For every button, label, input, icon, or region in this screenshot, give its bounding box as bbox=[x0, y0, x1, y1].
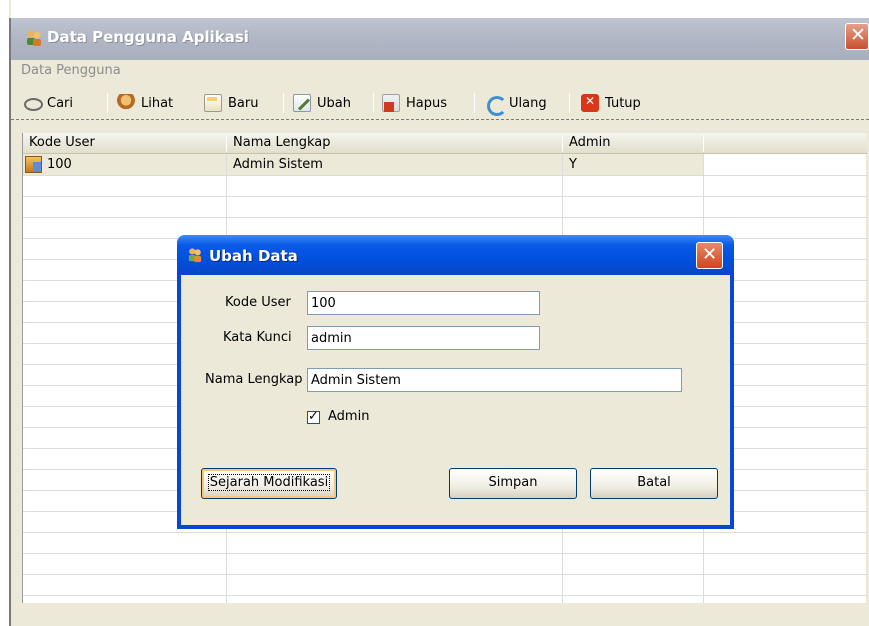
close-icon bbox=[581, 94, 599, 112]
dialog-close-button[interactable]: ✕ bbox=[696, 242, 723, 269]
close-icon: ✕ bbox=[850, 24, 866, 46]
refresh-icon bbox=[485, 94, 507, 116]
toolbar-separator bbox=[569, 93, 570, 113]
column-divider[interactable] bbox=[226, 135, 227, 152]
cell-admin[interactable]: Y bbox=[569, 157, 577, 172]
admin-checkbox[interactable]: ✓ bbox=[307, 409, 320, 424]
dialog-title-bar[interactable]: Ubah Data ✕ bbox=[177, 235, 734, 275]
toolbar-separator bbox=[474, 93, 475, 113]
grid-footer bbox=[22, 603, 866, 626]
toolbar-ulang-label: Ulang bbox=[509, 95, 547, 111]
column-divider[interactable] bbox=[562, 135, 563, 152]
nama-lengkap-label: Nama Lengkap bbox=[205, 372, 303, 387]
toolbar-lihat-button[interactable]: Lihat bbox=[117, 92, 173, 114]
toolbar-tutup-button[interactable]: Tutup bbox=[581, 92, 641, 114]
toolbar-cari-button[interactable]: Cari bbox=[23, 92, 73, 114]
history-button-label: Sejarah Modifikasi bbox=[207, 474, 331, 491]
grid-row-line bbox=[23, 574, 867, 575]
edit-icon bbox=[293, 94, 311, 112]
toolbar: Cari Lihat Baru Ubah Hapus Ulang Tutu bbox=[11, 84, 869, 120]
toolbar-hapus-button[interactable]: Hapus bbox=[382, 92, 447, 114]
users-icon bbox=[188, 248, 202, 263]
title-bar[interactable]: Data Pengguna Aplikasi bbox=[11, 18, 869, 60]
grid-header: Kode User Nama Lengkap Admin bbox=[23, 133, 867, 154]
toolbar-ulang-button[interactable]: Ulang bbox=[485, 92, 547, 116]
main-window: Data Pengguna Aplikasi ✕ Data Pengguna C… bbox=[0, 0, 869, 626]
desktop-left-strip bbox=[0, 0, 9, 626]
cancel-button[interactable]: Batal bbox=[590, 468, 718, 499]
toolbar-separator bbox=[373, 93, 374, 113]
cell-kode-user[interactable]: 100 bbox=[47, 157, 72, 172]
column-divider[interactable] bbox=[703, 135, 704, 152]
user-view-icon bbox=[117, 94, 135, 112]
table-row[interactable] bbox=[23, 154, 704, 175]
edit-dialog: Ubah Data ✕ Kode User 100 Kata Kunci adm… bbox=[177, 235, 734, 529]
checkmark-icon: ✓ bbox=[308, 409, 319, 424]
toolbar-lihat-label: Lihat bbox=[141, 95, 174, 111]
toolbar-hapus-label: Hapus bbox=[406, 95, 448, 111]
save-button-label: Simpan bbox=[488, 475, 538, 490]
toolbar-tutup-label: Tutup bbox=[605, 95, 641, 111]
grid-row-line bbox=[23, 196, 867, 197]
desktop-strip bbox=[11, 0, 869, 18]
new-document-icon bbox=[204, 94, 222, 112]
dialog-body: Kode User 100 Kata Kunci admin Nama Leng… bbox=[181, 275, 730, 525]
toolbar-cari-label: Cari bbox=[47, 95, 73, 111]
menu-label: Data Pengguna bbox=[21, 63, 121, 78]
menu-bar: Data Pengguna bbox=[11, 60, 869, 84]
column-header-admin[interactable]: Admin bbox=[569, 135, 610, 150]
grid-row-line bbox=[23, 553, 867, 554]
window-close-button[interactable]: ✕ bbox=[845, 23, 869, 50]
history-button[interactable]: Sejarah Modifikasi bbox=[201, 468, 337, 499]
dialog-title: Ubah Data bbox=[209, 247, 298, 265]
toolbar-separator bbox=[283, 93, 284, 113]
toolbar-baru-button[interactable]: Baru bbox=[204, 92, 258, 114]
toolbar-baru-label: Baru bbox=[228, 95, 259, 111]
window-title: Data Pengguna Aplikasi bbox=[47, 28, 249, 46]
kata-kunci-label: Kata Kunci bbox=[223, 330, 292, 345]
column-header-nama-lengkap[interactable]: Nama Lengkap bbox=[233, 135, 330, 150]
close-icon: ✕ bbox=[702, 244, 718, 265]
admin-checkbox-label[interactable]: Admin bbox=[328, 409, 369, 424]
kata-kunci-field[interactable]: admin bbox=[307, 326, 540, 350]
grid-row-line bbox=[23, 175, 867, 176]
toolbar-separator bbox=[107, 93, 108, 113]
kode-user-field[interactable]: 100 bbox=[307, 291, 540, 315]
toolbar-ubah-label: Ubah bbox=[317, 95, 351, 111]
delete-icon bbox=[382, 94, 400, 112]
grid-row-line bbox=[23, 217, 867, 218]
users-icon bbox=[27, 30, 41, 46]
kode-user-label: Kode User bbox=[225, 295, 291, 310]
save-button[interactable]: Simpan bbox=[449, 468, 577, 499]
column-header-kode-user[interactable]: Kode User bbox=[29, 135, 95, 150]
toolbar-ubah-button[interactable]: Ubah bbox=[293, 92, 351, 114]
row-record-icon bbox=[25, 156, 42, 173]
cell-nama-lengkap[interactable]: Admin Sistem bbox=[233, 157, 323, 172]
grid-row-line bbox=[23, 595, 867, 596]
cancel-button-label: Batal bbox=[637, 475, 671, 490]
binoculars-icon bbox=[23, 94, 43, 112]
nama-lengkap-field[interactable]: Admin Sistem bbox=[307, 368, 682, 392]
grid-row-line bbox=[23, 532, 867, 533]
